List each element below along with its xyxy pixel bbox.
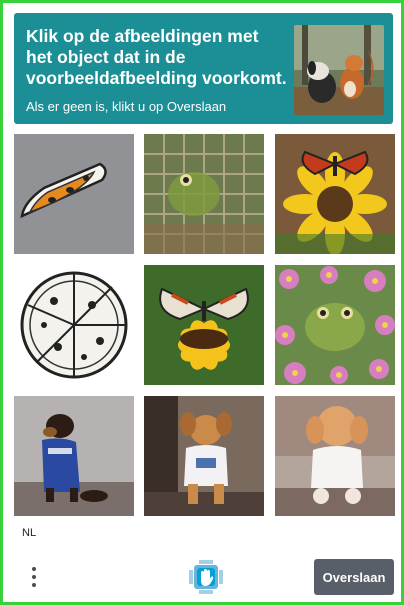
image-tile[interactable] (14, 265, 134, 385)
pizza-drawing-picture (14, 265, 134, 385)
frog-in-flowers-picture (275, 265, 395, 385)
puppy-in-white-shirt-picture (144, 396, 264, 516)
image-tile[interactable] (14, 134, 134, 254)
image-tile[interactable] (275, 396, 395, 516)
image-tile[interactable] (144, 134, 264, 254)
poodle-in-white-shirt-picture (275, 396, 395, 516)
image-tile[interactable] (144, 396, 264, 516)
more-vertical-icon[interactable] (25, 563, 43, 591)
challenge-header: Klik op de afbeeldingen met het object d… (14, 13, 393, 124)
hcaptcha-logo-icon[interactable] (189, 560, 223, 594)
butterfly-on-sunflower-picture (275, 134, 395, 254)
pizza-slice-drawing-picture (14, 134, 134, 254)
image-tile[interactable] (14, 396, 134, 516)
butterfly-on-sunflower-picture (144, 265, 264, 385)
example-image (294, 25, 384, 115)
challenge-subprompt: Als er geen is, klikt u op Overslaan (26, 99, 227, 114)
skip-button[interactable]: Overslaan (314, 559, 394, 595)
captcha-frame: Klik op de afbeeldingen met het object d… (0, 0, 404, 605)
squirrel-dog-example-picture (294, 25, 384, 115)
language-label[interactable]: NL (22, 527, 36, 539)
image-tile[interactable] (144, 265, 264, 385)
challenge-prompt: Klik op de afbeeldingen met het object d… (26, 26, 287, 88)
image-grid (14, 134, 395, 518)
frog-grid-pattern-picture (144, 134, 264, 254)
dog-in-blue-shirt-picture (14, 396, 134, 516)
image-tile[interactable] (275, 265, 395, 385)
image-tile[interactable] (275, 134, 395, 254)
